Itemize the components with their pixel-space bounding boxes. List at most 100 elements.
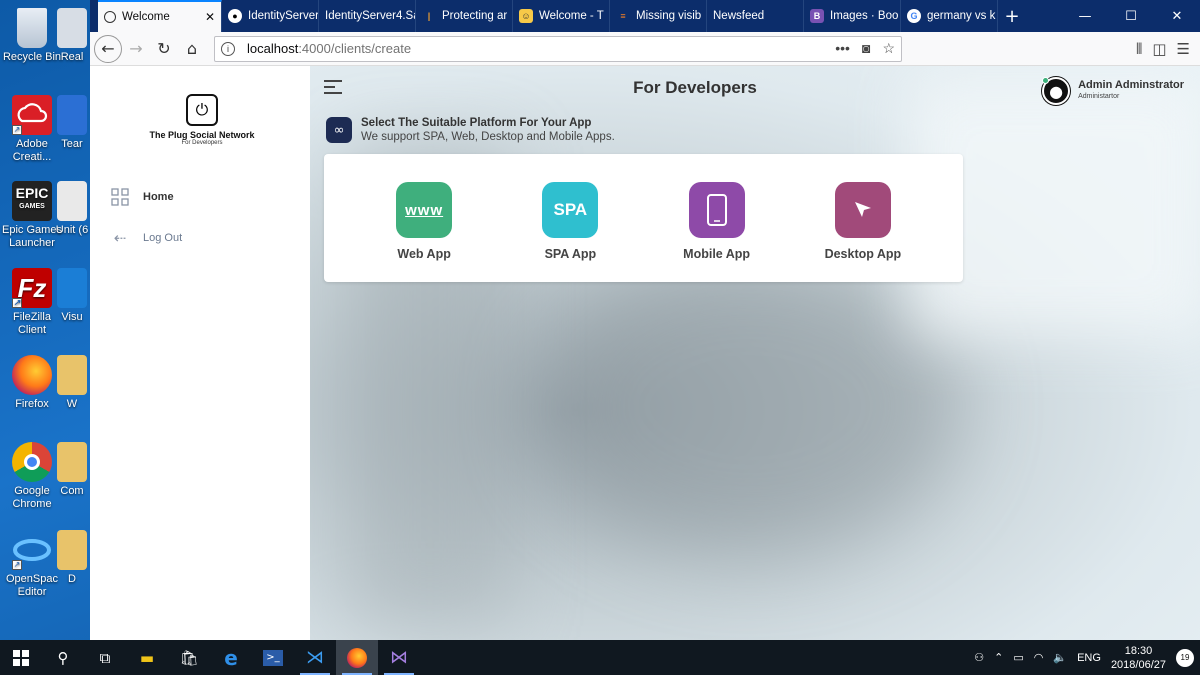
firefox-icon (12, 355, 52, 395)
desktop-icon-unity[interactable]: Unit (6 (52, 181, 92, 237)
vscode-icon: ⋊ (306, 647, 324, 668)
notice-heading: Select The Suitable Platform For Your Ap… (361, 117, 592, 129)
app-favicon-icon (104, 11, 116, 23)
tab-newsfeed[interactable]: Newsfeed (707, 0, 804, 32)
tab-welcome[interactable]: Welcome ✕ (98, 0, 222, 32)
mobile-phone-icon (688, 182, 745, 238)
notice-text: We support SPA, Web, Desktop and Mobile … (361, 131, 615, 143)
web-app-label: Web App (397, 247, 451, 261)
folder-icon: ▬ (139, 648, 155, 667)
desktop-app-option[interactable]: Desktop App (803, 154, 923, 282)
mobile-app-label: Mobile App (683, 247, 751, 261)
google-icon: G (907, 9, 921, 23)
github-icon: ● (228, 9, 242, 23)
bookmark-star-icon[interactable]: ☆ (882, 40, 895, 57)
minimize-icon[interactable]: — (1062, 0, 1108, 32)
search-button[interactable]: ⚲ (42, 640, 84, 675)
recycle-bin-icon (17, 8, 47, 48)
reload-button[interactable]: ↻ (150, 35, 178, 63)
tab-welcome-t[interactable]: ☺ Welcome - T (513, 0, 610, 32)
chrome-icon (12, 442, 52, 482)
store-icon: 🛍 (179, 648, 199, 667)
home-button[interactable]: ⌂ (178, 35, 206, 63)
user-name: Admin Adminstrator (1078, 79, 1184, 91)
taskbar-edge[interactable]: e (210, 640, 252, 675)
taskbar-firefox[interactable] (336, 640, 378, 675)
library-icon[interactable]: ⫴ (1136, 40, 1142, 58)
info-icon[interactable]: i (221, 41, 235, 56)
web-app: ⏻ The Plug Social Network For Developers… (90, 66, 1200, 640)
navigation-toolbar: ← → ↻ ⌂ i localhost:4000/clients/create … (90, 32, 1200, 66)
logout-icon: ⇠ (113, 230, 127, 247)
desktop-icon-visual-studio[interactable]: Visu (52, 268, 92, 324)
docs-icon: | (427, 11, 431, 21)
maximize-icon[interactable]: ☐ (1108, 0, 1154, 32)
taskbar-visual-studio[interactable]: ⋈ (378, 640, 420, 675)
desktop-icon-com[interactable]: Com (52, 442, 92, 498)
web-app-option[interactable]: www Web App (364, 154, 484, 282)
notifications-button[interactable]: 19 (1176, 648, 1194, 667)
infinity-icon: ∞ (326, 117, 352, 143)
system-tray: ⚇ ⌃ ▭ ◠ 🔈 ENG 18:30 2018/06/27 19 (974, 644, 1200, 672)
task-view-button[interactable]: ⧉ (84, 640, 126, 675)
pocket-icon[interactable]: ◙ (862, 40, 870, 57)
stackoverflow-icon: ≡ (620, 11, 626, 21)
spa-app-label: SPA App (544, 247, 597, 261)
visual-studio-icon (57, 268, 87, 308)
user-role: Administartor (1078, 93, 1120, 100)
menu-icon[interactable]: ☰ (1177, 40, 1190, 58)
language-indicator[interactable]: ENG (1077, 652, 1101, 664)
taskbar-powershell[interactable]: >_ (252, 640, 294, 675)
url-path: :4000/clients/create (298, 41, 412, 56)
plug-logo-icon: ⏻ (186, 94, 218, 126)
logo-subtitle: For Developers (181, 140, 223, 146)
tab-images-bootstrap[interactable]: B Images · Boo (804, 0, 901, 32)
url-bar[interactable]: i localhost:4000/clients/create ••• ◙ ☆ (214, 35, 902, 62)
teams-icon (57, 95, 87, 135)
window-controls: — ☐ ✕ (1062, 0, 1200, 32)
spa-app-option[interactable]: SPA SPA App (510, 154, 630, 282)
taskbar: ⚲ ⧉ ▬ 🛍 e >_ ⋊ ⋈ ⚇ ⌃ ▭ ◠ 🔈 ENG 18:30 201… (0, 640, 1200, 675)
page-title: For Developers (633, 78, 757, 97)
edge-icon: e (224, 645, 238, 670)
taskbar-store[interactable]: 🛍 (168, 640, 210, 675)
clock[interactable]: 18:30 2018/06/27 (1111, 644, 1166, 672)
sidebar-item-logout[interactable]: ⇠ Log Out (111, 229, 182, 247)
desktop-icon-teams[interactable]: Tear (52, 95, 92, 151)
search-icon: ⚲ (57, 648, 69, 667)
desktop-icon-w[interactable]: W (52, 355, 92, 411)
epic-games-icon: EPIC GAMES (12, 181, 52, 221)
taskbar-vscode[interactable]: ⋊ (294, 640, 336, 675)
mobile-app-option[interactable]: Mobile App (657, 154, 777, 282)
close-tab-icon[interactable]: ✕ (201, 10, 215, 24)
chevron-up-icon[interactable]: ⌃ (994, 651, 1003, 664)
start-button[interactable] (0, 640, 42, 675)
powershell-icon: >_ (263, 649, 283, 666)
openspace-icon: ↗ (12, 530, 52, 570)
tab-missing-visible[interactable]: ≡ Missing visib (610, 0, 707, 32)
tab-identityserver4[interactable]: IdentityServer4.Sa (319, 0, 416, 32)
taskbar-file-explorer[interactable]: ▬ (126, 640, 168, 675)
volume-icon[interactable]: 🔈 (1053, 651, 1067, 664)
desktop-icon-real[interactable]: Real (52, 8, 92, 64)
wifi-icon[interactable]: ◠ (1034, 651, 1044, 664)
forward-button[interactable]: → (122, 35, 150, 63)
tab-identityserver[interactable]: ● IdentityServer (222, 0, 319, 32)
tab-germany-vs[interactable]: G germany vs k (901, 0, 998, 32)
app-logo[interactable]: ⏻ The Plug Social Network For Developers (145, 94, 259, 146)
page-actions-icon[interactable]: ••• (835, 40, 850, 57)
sidebar: ⏻ The Plug Social Network For Developers… (90, 66, 310, 640)
new-tab-button[interactable]: + (998, 0, 1026, 32)
battery-icon[interactable]: ▭ (1013, 651, 1023, 664)
back-button[interactable]: ← (94, 34, 122, 63)
user-profile[interactable]: ● Admin Adminstrator Administartor (1042, 77, 1184, 105)
sidebar-item-home[interactable]: Home (111, 188, 174, 206)
sidebar-item-label: Home (143, 191, 174, 203)
tab-protecting[interactable]: | Protecting ar (416, 0, 513, 32)
sidebar-toggle-icon[interactable]: ◫ (1152, 40, 1166, 58)
forward-arrow-icon: → (129, 39, 143, 58)
desktop-icon-d[interactable]: D (52, 530, 92, 586)
people-icon[interactable]: ⚇ (974, 651, 984, 664)
close-icon[interactable]: ✕ (1154, 0, 1200, 32)
windows-logo-icon (13, 649, 29, 666)
